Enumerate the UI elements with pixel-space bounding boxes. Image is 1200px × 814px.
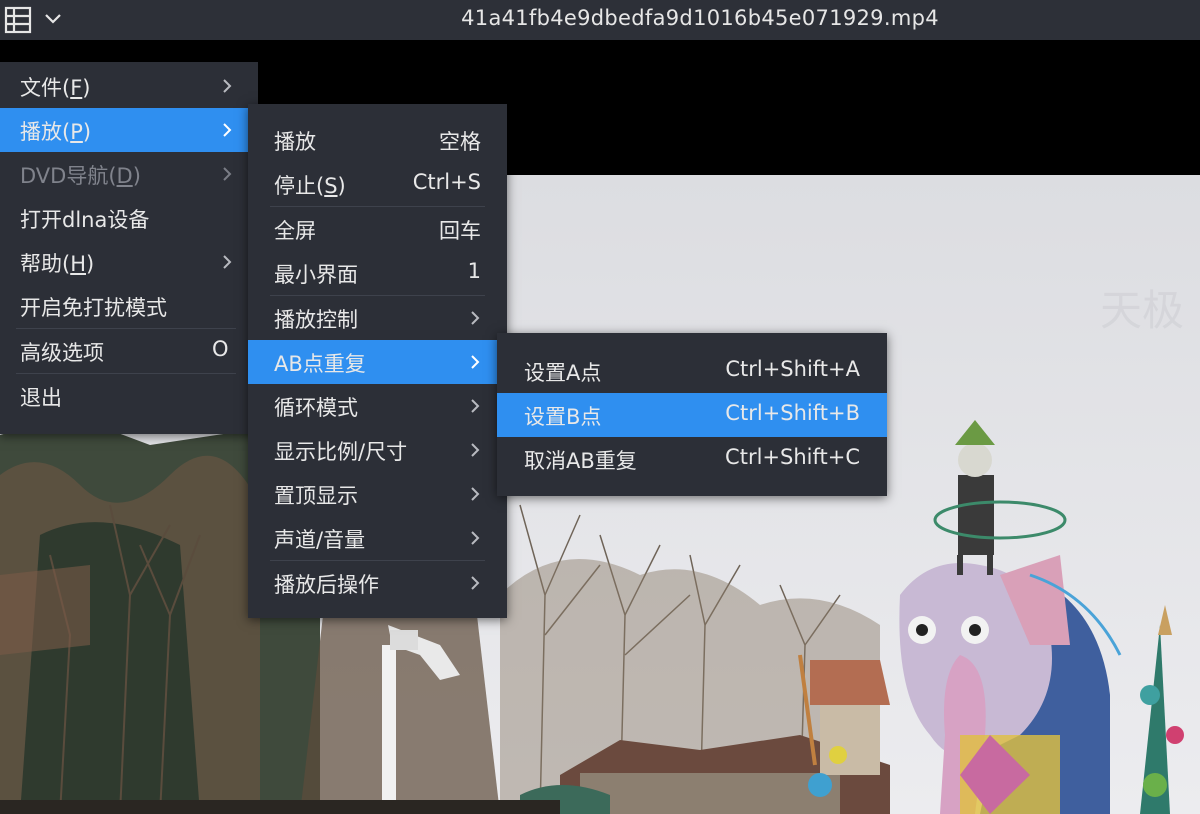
menu-label-open-dlna: 打开dlna设备 — [20, 208, 150, 232]
chevron-right-icon — [471, 487, 480, 501]
menu-label-dvd-navigation: DVD导航(D) — [20, 164, 141, 188]
ab-label-set-a-point: 设置A点 — [524, 361, 602, 385]
play-label-playback-control: 播放控制 — [274, 308, 358, 332]
play-label-mini-mode: 最小界面 — [274, 263, 358, 287]
ab-label-set-b-point: 设置B点 — [524, 405, 602, 429]
title-bar: 41a41fb4e9dbedfa9d1016b45e071929.mp4 — [0, 0, 1200, 40]
chevron-right-icon — [223, 79, 232, 93]
play-label-always-on-top: 置顶显示 — [274, 484, 358, 508]
chevron-right-icon — [223, 255, 232, 269]
play-item-always-on-top[interactable]: 置顶显示 — [248, 472, 507, 516]
video-watermark: 天极 — [1100, 286, 1184, 335]
play-label-fullscreen: 全屏 — [274, 219, 316, 243]
play-item-loop-mode[interactable]: 循环模式 — [248, 384, 507, 428]
chevron-right-icon — [471, 355, 480, 369]
ab-item-set-a-point[interactable]: 设置A点 Ctrl+Shift+A — [497, 349, 887, 393]
ab-item-cancel-ab-repeat[interactable]: 取消AB重复 Ctrl+Shift+C — [497, 437, 887, 481]
play-shortcut-fullscreen: 回车 — [439, 219, 481, 243]
list-menu-icon — [4, 6, 32, 34]
main-menu-button[interactable] — [0, 0, 72, 40]
chevron-right-icon — [471, 399, 480, 413]
menu-item-open-dlna[interactable]: 打开dlna设备 — [0, 196, 258, 240]
play-shortcut-play: 空格 — [439, 130, 481, 154]
chevron-right-icon — [471, 311, 480, 325]
play-item-ab-repeat[interactable]: AB点重复 — [248, 340, 507, 384]
chevron-right-icon — [223, 167, 232, 181]
play-item-mini-mode[interactable]: 最小界面 1 — [248, 251, 507, 295]
chevron-down-icon — [45, 14, 61, 24]
menu-label-help: 帮助(H) — [20, 252, 95, 276]
menu-item-exit[interactable]: 退出 — [0, 374, 258, 418]
play-label-stop: 停止(S) — [274, 174, 346, 198]
ab-repeat-submenu: 设置A点 Ctrl+Shift+A 设置B点 Ctrl+Shift+B 取消AB… — [497, 333, 887, 496]
chevron-right-icon — [471, 576, 480, 590]
chevron-right-icon — [471, 531, 480, 545]
play-item-fullscreen[interactable]: 全屏 回车 — [248, 207, 507, 251]
menu-label-do-not-disturb: 开启免打扰模式 — [20, 296, 167, 320]
play-label-ab-repeat: AB点重复 — [274, 352, 366, 376]
menu-shortcut-advanced-options: O — [212, 337, 229, 361]
menu-label-advanced-options: 高级选项 — [20, 341, 104, 365]
play-item-play[interactable]: 播放 空格 — [248, 118, 507, 162]
play-label-aspect-ratio: 显示比例/尺寸 — [274, 440, 408, 464]
menu-item-do-not-disturb[interactable]: 开启免打扰模式 — [0, 284, 258, 328]
window-title: 41a41fb4e9dbedfa9d1016b45e071929.mp4 — [461, 6, 939, 30]
play-item-audio-channel-volume[interactable]: 声道/音量 — [248, 516, 507, 560]
menu-item-advanced-options[interactable]: 高级选项 O — [0, 329, 258, 373]
menu-item-file[interactable]: 文件(F) — [0, 64, 258, 108]
menu-label-exit: 退出 — [20, 386, 62, 410]
chevron-right-icon — [471, 443, 480, 457]
play-item-playback-control[interactable]: 播放控制 — [248, 296, 507, 340]
menu-item-play[interactable]: 播放(P) — [0, 108, 248, 152]
play-label-loop-mode: 循环模式 — [274, 396, 358, 420]
menu-item-dvd-navigation[interactable]: DVD导航(D) — [0, 152, 258, 196]
main-menu: 文件(F) 播放(P) DVD导航(D) 打开dlna设备 帮助(H) 开启免打… — [0, 62, 258, 434]
play-label-after-playback: 播放后操作 — [274, 573, 379, 597]
menu-item-help[interactable]: 帮助(H) — [0, 240, 258, 284]
play-shortcut-mini-mode: 1 — [467, 259, 481, 283]
play-submenu: 播放 空格 停止(S) Ctrl+S 全屏 回车 最小界面 1 播放控制 AB点… — [248, 104, 507, 618]
ab-shortcut-cancel-ab-repeat: Ctrl+Shift+C — [725, 445, 860, 469]
ab-shortcut-set-a-point: Ctrl+Shift+A — [725, 357, 860, 381]
play-item-aspect-ratio[interactable]: 显示比例/尺寸 — [248, 428, 507, 472]
chevron-right-icon — [223, 123, 232, 137]
play-label-audio-channel-volume: 声道/音量 — [274, 528, 366, 552]
play-label-play: 播放 — [274, 130, 316, 154]
ab-shortcut-set-b-point: Ctrl+Shift+B — [725, 401, 860, 425]
menu-label-play: 播放(P) — [20, 120, 92, 144]
menu-label-file: 文件(F) — [20, 76, 91, 100]
play-item-after-playback[interactable]: 播放后操作 — [248, 561, 507, 605]
ab-label-cancel-ab-repeat: 取消AB重复 — [524, 449, 637, 473]
ab-item-set-b-point[interactable]: 设置B点 Ctrl+Shift+B — [497, 393, 887, 437]
play-item-stop[interactable]: 停止(S) Ctrl+S — [248, 162, 507, 206]
play-shortcut-stop: Ctrl+S — [412, 170, 481, 194]
